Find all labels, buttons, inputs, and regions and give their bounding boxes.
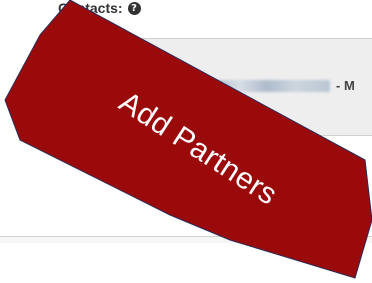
page: Contacts: ? - M Add Partners <box>0 0 372 283</box>
